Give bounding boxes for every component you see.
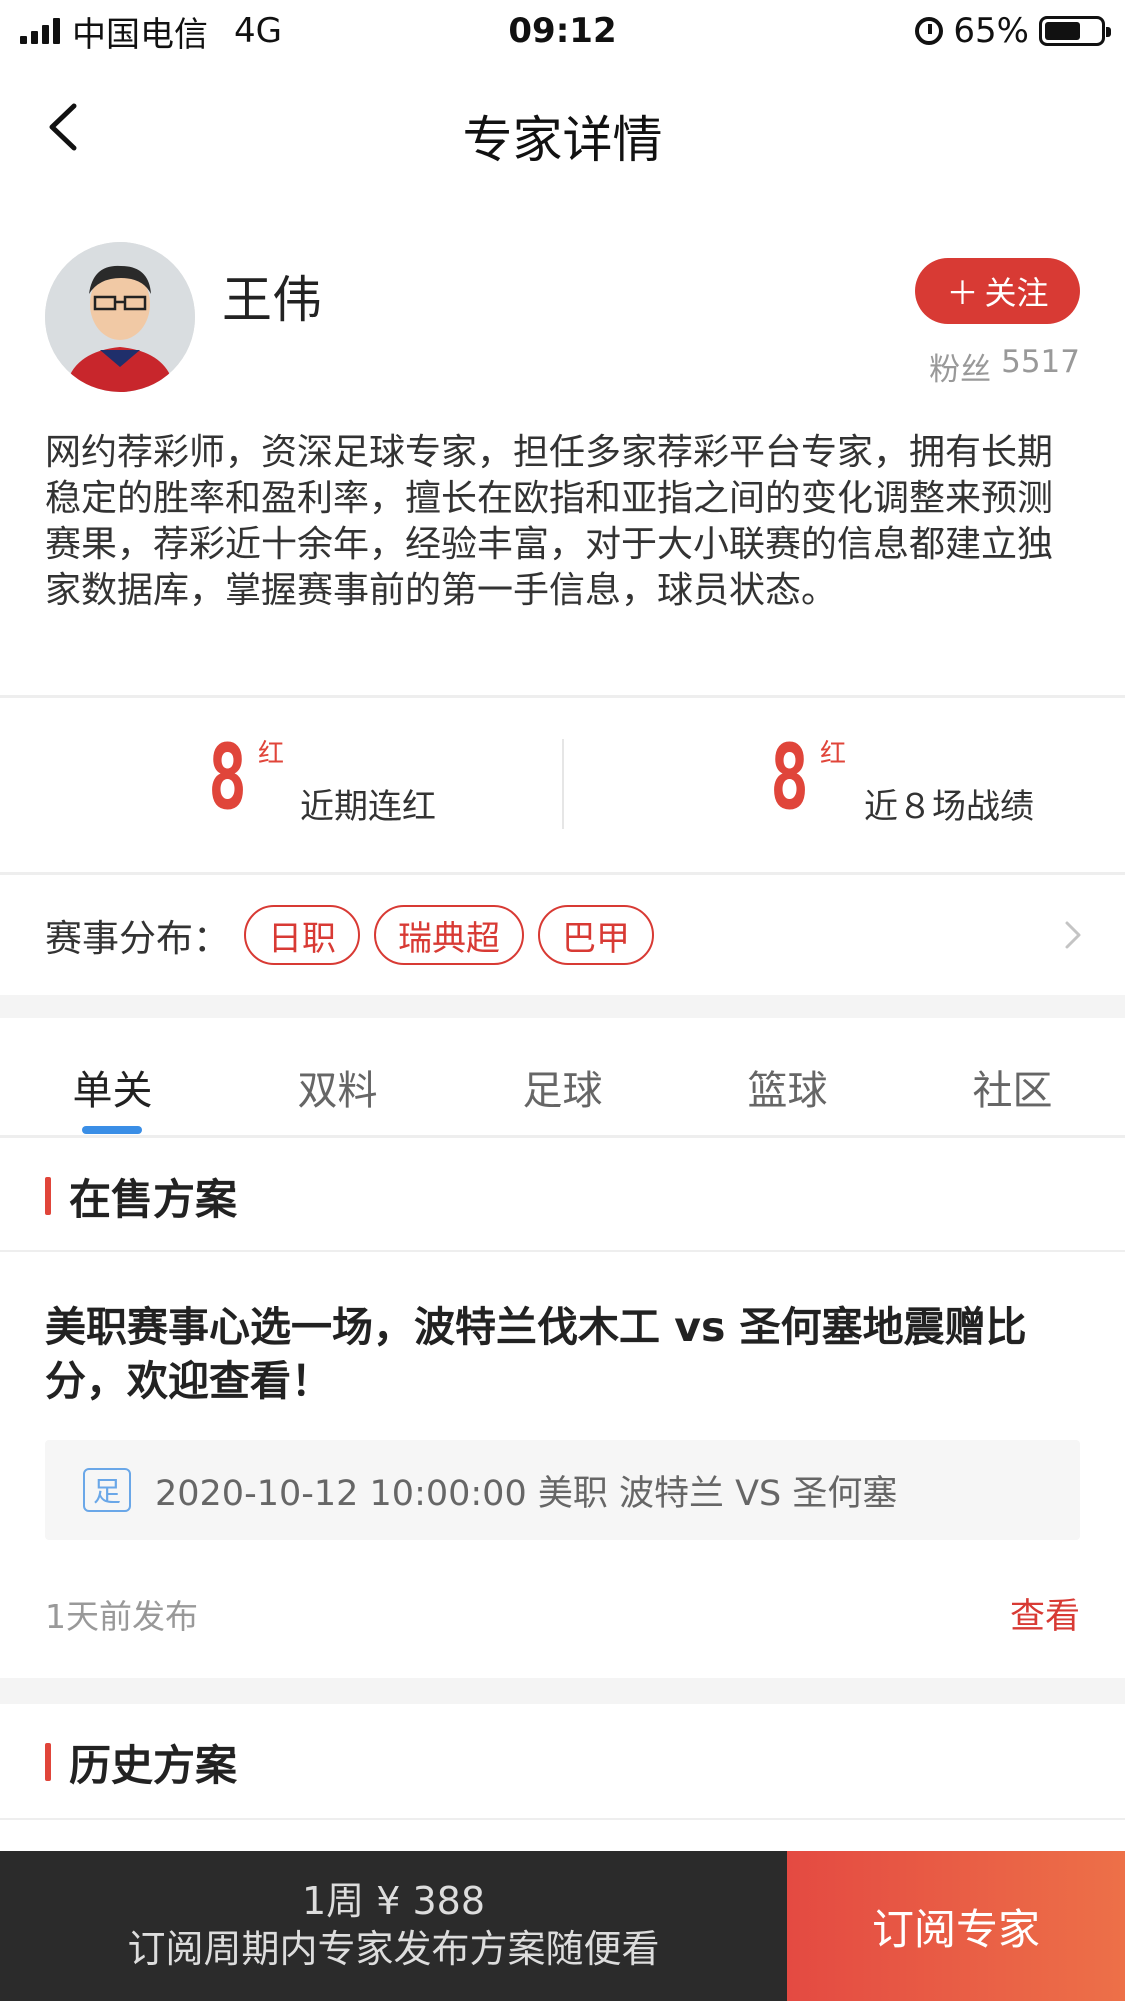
section-gap: [0, 1678, 1125, 1704]
avatar-image: [45, 242, 195, 392]
view-plan-link[interactable]: 查看: [1010, 1588, 1080, 1639]
stat-label: 近期连红: [300, 787, 436, 827]
divider: [0, 1818, 1125, 1820]
tab-football[interactable]: 足球: [450, 1018, 675, 1136]
alarm-icon: [915, 17, 944, 45]
section-title: 在售方案: [69, 1174, 238, 1224]
network-type: 4G: [234, 11, 282, 51]
league-tag[interactable]: 瑞典超: [374, 905, 524, 965]
section-gap: [0, 995, 1125, 1018]
plus-icon: ＋: [946, 274, 979, 312]
status-right: 65%: [915, 11, 1111, 51]
stat-value: 8: [208, 725, 248, 830]
expert-name: 王伟: [222, 271, 322, 329]
history-header: 历史方案: [0, 1706, 1125, 1818]
stat-divider: [562, 739, 564, 829]
price-panel: 1周 ¥ 388 订阅周期内专家发布方案随便看: [0, 1851, 787, 2001]
stat-label: 近８场战绩: [864, 787, 1034, 827]
stat-last-8: 8 红 近８场战绩: [770, 729, 1070, 839]
subscription-description: 订阅周期内专家发布方案随便看: [127, 1927, 660, 1971]
section-accent: [45, 1743, 51, 1781]
subscription-price: 1周 ¥ 388: [301, 1879, 486, 1923]
battery-icon: [1039, 16, 1111, 46]
section-title: 历史方案: [69, 1740, 238, 1790]
subscribe-bar: 1周 ¥ 388 订阅周期内专家发布方案随便看 订阅专家: [0, 1851, 1125, 2001]
league-tag[interactable]: 巴甲: [538, 905, 654, 965]
divider: [0, 1250, 1125, 1252]
tab-bar: 单关 双料 足球 篮球 社区: [0, 1018, 1125, 1136]
status-bar: 中国电信 4G 09:12 65%: [0, 0, 1125, 62]
chevron-right-icon: [1065, 921, 1081, 949]
avatar[interactable]: [45, 242, 195, 392]
signal-icon: [20, 18, 60, 44]
stat-unit: 红: [820, 739, 847, 769]
subscribe-button[interactable]: 订阅专家: [787, 1851, 1125, 2001]
stat-value: 8: [770, 725, 810, 830]
status-left: 中国电信 4G: [20, 7, 282, 56]
expert-bio: 网约荐彩师，资深足球专家，担任多家荐彩平台专家，拥有长期稳定的胜率和盈利率，擅长…: [45, 432, 1054, 611]
section-accent: [45, 1177, 51, 1215]
league-tag[interactable]: 日职: [244, 905, 360, 965]
page-title: 专家详情: [462, 111, 663, 169]
nav-bar: 专家详情: [0, 62, 1125, 192]
divider: [0, 695, 1125, 698]
match-info: 2020-10-12 10:00:00 美职 波特兰 VS 圣何塞: [155, 1473, 898, 1514]
on-sale-header: 在售方案: [0, 1140, 1125, 1252]
tab-double[interactable]: 双料: [225, 1018, 450, 1136]
fans-number: 5517: [1001, 344, 1080, 380]
battery-level: [1045, 22, 1081, 40]
football-badge: 足: [83, 1468, 131, 1512]
tab-community[interactable]: 社区: [900, 1018, 1125, 1136]
divider: [0, 1135, 1125, 1138]
fans-count: 粉丝 5517: [929, 344, 1080, 389]
expert-profile: 王伟 ＋ 关注 粉丝 5517 网约荐彩师，资深足球专家，担任多家荐彩平台专家，…: [0, 210, 1125, 690]
league-distribution[interactable]: 赛事分布： 日职 瑞典超 巴甲: [0, 875, 1125, 995]
carrier-name: 中国电信: [72, 14, 208, 55]
tab-basketball[interactable]: 篮球: [675, 1018, 900, 1136]
stats-row: 8 红 近期连红 8 红 近８场战绩: [0, 699, 1125, 872]
stat-recent-streak: 8 红 近期连红: [208, 729, 468, 839]
tab-single[interactable]: 单关: [0, 1018, 225, 1136]
match-info-box: 足 2020-10-12 10:00:00 美职 波特兰 VS 圣何塞: [45, 1440, 1080, 1540]
league-label: 赛事分布：: [45, 917, 230, 960]
published-time: 1天前发布: [45, 1597, 198, 1636]
plan-title[interactable]: 美职赛事心选一场，波特兰伐木工 vs 圣何塞地震赠比分，欢迎查看！: [45, 1300, 1085, 1408]
stat-unit: 红: [258, 739, 285, 769]
active-tab-indicator: [82, 1126, 142, 1134]
fans-label: 粉丝: [929, 352, 992, 388]
follow-label: 关注: [984, 274, 1049, 312]
follow-button[interactable]: ＋ 关注: [915, 258, 1080, 324]
battery-percent: 65%: [953, 11, 1029, 51]
